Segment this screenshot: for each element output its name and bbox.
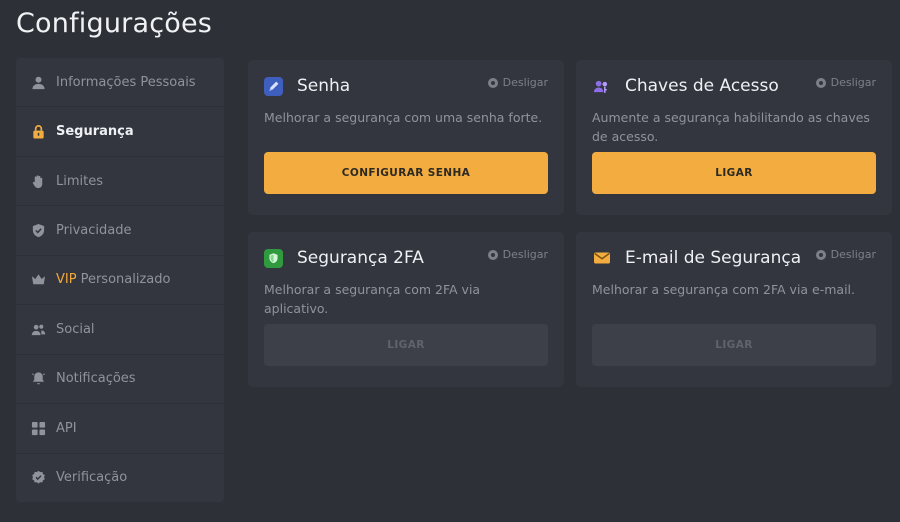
card-title: Segurança 2FA	[297, 248, 424, 268]
disable-toggle[interactable]: Desligar	[815, 76, 876, 89]
sidebar-item-label: Personalizado	[80, 272, 171, 288]
2fa-card: Segurança 2FA Desligar Melhorar a segura…	[248, 232, 564, 387]
settings-sidebar: Informações Pessoais Segurança Limites P…	[16, 58, 224, 502]
card-description: Melhorar a segurança com 2FA via e-mail.	[592, 282, 856, 297]
grid-icon	[30, 420, 46, 436]
sidebar-item-label: Notificações	[56, 371, 136, 387]
disable-toggle[interactable]: Desligar	[487, 248, 548, 261]
passkeys-card: Chaves de Acesso Desligar Aumente a segu…	[576, 60, 892, 215]
password-card: Senha Desligar Melhorar a segurança com …	[248, 60, 564, 215]
sidebar-item-label: Social	[56, 321, 95, 337]
toggle-off-icon	[487, 249, 498, 260]
sidebar-item-privacidade[interactable]: Privacidade	[16, 206, 224, 256]
sidebar-item-label: Limites	[56, 173, 103, 189]
badge-check-icon	[30, 470, 46, 486]
enable-2fa-button[interactable]: LIGAR	[264, 324, 548, 366]
card-title: E-mail de Segurança	[625, 248, 802, 268]
page-title: Configurações	[16, 8, 213, 39]
card-description: Aumente a segurança habilitando as chave…	[592, 110, 870, 144]
toggle-off-icon	[487, 77, 498, 88]
toggle-off-icon	[815, 249, 826, 260]
sidebar-item-api[interactable]: API	[16, 404, 224, 454]
sidebar-item-verificacao[interactable]: Verificação	[16, 454, 224, 502]
user-icon	[30, 74, 46, 90]
card-description: Melhorar a segurança com uma senha forte…	[264, 110, 543, 125]
security-email-card: E-mail de Segurança Desligar Melhorar a …	[576, 232, 892, 387]
disable-label: Desligar	[830, 76, 876, 89]
envelope-icon	[592, 249, 611, 268]
enable-passkeys-button[interactable]: LIGAR	[592, 152, 876, 194]
people-key-icon	[592, 77, 611, 96]
enable-security-email-button[interactable]: LIGAR	[592, 324, 876, 366]
hand-icon	[30, 173, 46, 189]
crown-icon	[30, 272, 46, 288]
sidebar-item-vip-personalizado[interactable]: VIP Personalizado	[16, 256, 224, 306]
disable-label: Desligar	[502, 76, 548, 89]
shield-2fa-icon	[264, 248, 283, 268]
sidebar-item-informacoes-pessoais[interactable]: Informações Pessoais	[16, 58, 224, 108]
shield-icon	[30, 223, 46, 239]
pen-icon	[264, 76, 283, 96]
card-title: Chaves de Acesso	[625, 76, 779, 96]
disable-toggle[interactable]: Desligar	[487, 76, 548, 89]
vip-label: VIP	[56, 272, 77, 288]
bell-icon	[30, 371, 46, 387]
sidebar-item-label: Informações Pessoais	[56, 74, 196, 90]
disable-label: Desligar	[830, 248, 876, 261]
disable-label: Desligar	[502, 248, 548, 261]
card-description: Melhorar a segurança com 2FA via aplicat…	[264, 282, 481, 316]
sidebar-item-label: Segurança	[56, 124, 134, 140]
configure-password-button[interactable]: CONFIGURAR SENHA	[264, 152, 548, 194]
sidebar-item-limites[interactable]: Limites	[16, 157, 224, 207]
sidebar-item-label: API	[56, 420, 77, 436]
sidebar-item-label: Verificação	[56, 470, 128, 486]
card-title: Senha	[297, 76, 351, 96]
users-icon	[30, 321, 46, 337]
sidebar-item-label: Privacidade	[56, 223, 132, 239]
sidebar-item-notificacoes[interactable]: Notificações	[16, 355, 224, 405]
lock-icon	[30, 124, 46, 140]
toggle-off-icon	[815, 77, 826, 88]
disable-toggle[interactable]: Desligar	[815, 248, 876, 261]
sidebar-item-social[interactable]: Social	[16, 305, 224, 355]
sidebar-item-seguranca[interactable]: Segurança	[16, 107, 224, 157]
